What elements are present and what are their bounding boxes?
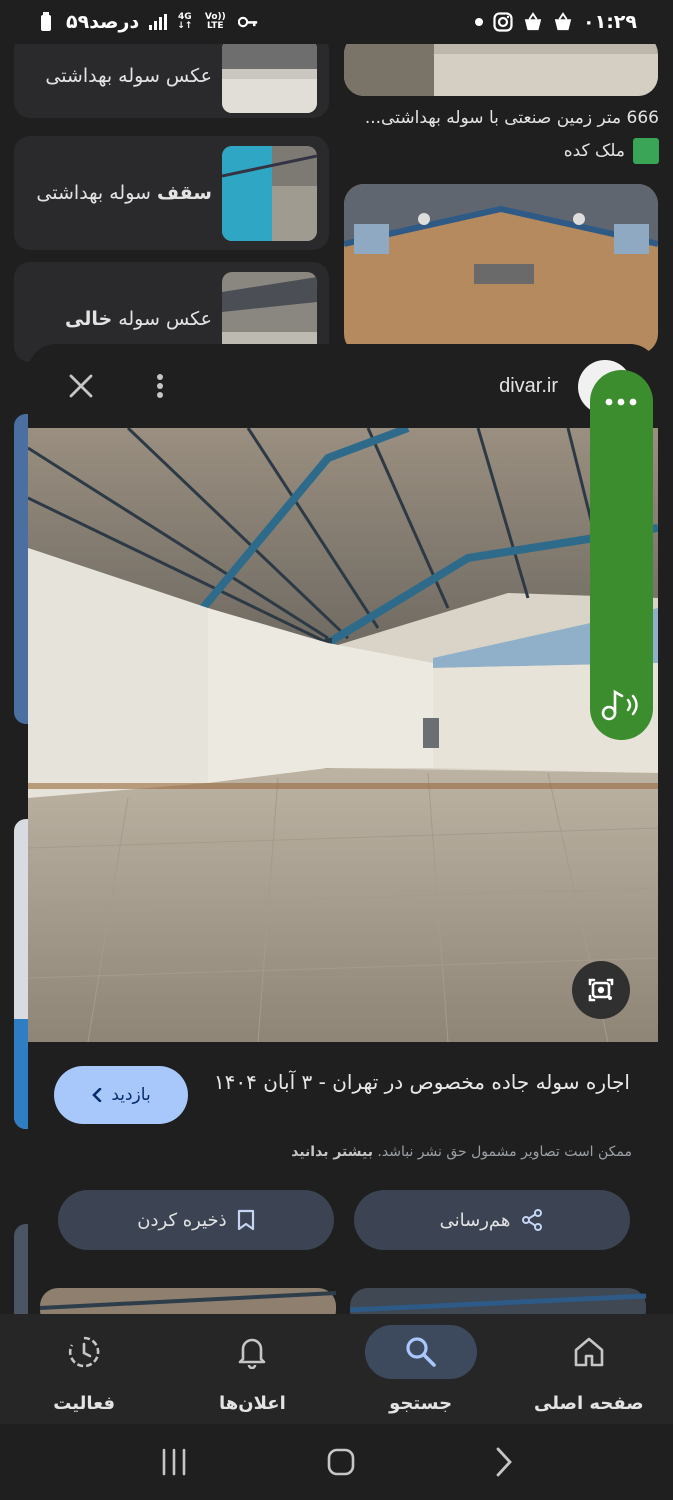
result-card-1[interactable]: عکس سوله بهداشتی xyxy=(14,44,329,118)
activity-icon xyxy=(67,1335,101,1369)
result-image-left-partial-3[interactable] xyxy=(14,1224,28,1324)
bookmark-icon xyxy=(237,1209,255,1231)
share-button-label: هم‌رسانی xyxy=(439,1209,511,1231)
nav-search[interactable]: جستجو xyxy=(346,1324,496,1414)
nav-search-icon-wrap xyxy=(364,1324,477,1379)
result-image-left-partial-2[interactable] xyxy=(14,819,28,1129)
result-title[interactable]: 666 متر زمین صنعتی با سوله بهداشتی... xyxy=(347,108,659,128)
visit-button-label: بازدید xyxy=(111,1085,151,1105)
recent-apps-icon[interactable] xyxy=(159,1447,189,1477)
copyright-notice: ممکن است تصاویر مشمول حق نشر نباشد. بیشت… xyxy=(291,1144,632,1160)
shopping-bag-icon-2 xyxy=(553,12,573,32)
signal-icon xyxy=(149,14,168,30)
bell-icon xyxy=(237,1335,267,1369)
result-source: ملک کده xyxy=(564,138,659,164)
bottom-navigation: فعالیت اعلان‌ها جستجو صفحه اصلی xyxy=(0,1314,673,1424)
volte-indicator: Vo)) LTE xyxy=(204,12,226,31)
back-icon[interactable] xyxy=(494,1446,514,1478)
result-thumbnail xyxy=(222,145,317,241)
nav-home[interactable]: صفحه اصلی xyxy=(514,1325,664,1414)
notification-dot-icon xyxy=(475,18,483,26)
nav-activity[interactable]: فعالیت xyxy=(9,1325,159,1414)
nav-search-label: جستجو xyxy=(389,1392,453,1414)
hero-image[interactable] xyxy=(28,428,658,1042)
image-viewer-sheet: divar.ir اجاره سوله جاده مخصوص در تهران … xyxy=(28,344,658,1314)
shopping-bag-icon xyxy=(523,12,543,32)
assistant-pill[interactable] xyxy=(590,370,653,740)
result-image-warehouse[interactable] xyxy=(344,184,658,354)
status-left: ۵۹درصد 4G ↓↑ Vo)) LTE xyxy=(36,11,258,33)
clock: ۰۱:۲۹ xyxy=(583,11,637,33)
source-domain[interactable]: divar.ir xyxy=(499,375,558,398)
viewer-header: divar.ir xyxy=(28,344,658,428)
system-navigation-bar xyxy=(0,1424,673,1500)
share-button[interactable]: هم‌رسانی xyxy=(354,1190,630,1250)
save-button[interactable]: ذخیره کردن xyxy=(58,1190,334,1250)
visit-button[interactable]: بازدید xyxy=(54,1066,188,1124)
battery-text: ۵۹درصد xyxy=(66,11,140,33)
nav-activity-icon-wrap xyxy=(28,1325,140,1379)
related-images-strip xyxy=(28,1288,658,1314)
search-icon xyxy=(404,1335,438,1369)
google-lens-button[interactable] xyxy=(572,961,630,1019)
image-title[interactable]: اجاره سوله جاده مخصوص در تهران - ۳ آبان … xyxy=(210,1066,630,1098)
network-type: 4G ↓↑ xyxy=(177,12,193,31)
result-thumbnail xyxy=(222,44,317,113)
audio-note-icon[interactable] xyxy=(600,688,642,722)
close-icon[interactable] xyxy=(68,373,94,399)
share-icon xyxy=(520,1208,544,1232)
status-right: ۰۱:۲۹ xyxy=(475,11,637,33)
result-image-left-partial[interactable] xyxy=(14,414,28,724)
battery-icon xyxy=(36,12,56,32)
nav-home-icon-wrap xyxy=(533,1325,645,1379)
source-favicon-icon xyxy=(633,138,659,164)
learn-more-link[interactable]: بیشتر بدانید xyxy=(291,1144,373,1160)
result-card-caption: عکس سوله بهداشتی xyxy=(45,65,212,87)
nav-notifications[interactable]: اعلان‌ها xyxy=(177,1325,327,1414)
result-card-caption: عکس سوله خالی xyxy=(64,308,212,330)
more-vert-icon[interactable] xyxy=(156,373,164,399)
nav-notifications-icon-wrap xyxy=(196,1325,308,1379)
chevron-left-icon xyxy=(91,1088,103,1102)
result-image-top-right[interactable] xyxy=(344,44,658,96)
status-bar: ۵۹درصد 4G ↓↑ Vo)) LTE ۰۱:۲۹ xyxy=(0,0,673,44)
instagram-icon xyxy=(493,12,513,32)
more-horiz-icon[interactable] xyxy=(604,398,638,406)
nav-activity-label: فعالیت xyxy=(53,1392,116,1414)
nav-home-label: صفحه اصلی xyxy=(534,1392,644,1414)
result-card-2[interactable]: سقف سوله بهداشتی xyxy=(14,136,329,250)
vpn-key-icon xyxy=(238,12,258,32)
home-button-icon[interactable] xyxy=(326,1447,356,1477)
result-card-caption: سقف سوله بهداشتی xyxy=(36,182,212,204)
save-button-label: ذخیره کردن xyxy=(137,1209,227,1231)
nav-notifications-label: اعلان‌ها xyxy=(219,1392,286,1414)
home-icon xyxy=(572,1335,606,1369)
viewer-header-buttons xyxy=(68,373,164,399)
